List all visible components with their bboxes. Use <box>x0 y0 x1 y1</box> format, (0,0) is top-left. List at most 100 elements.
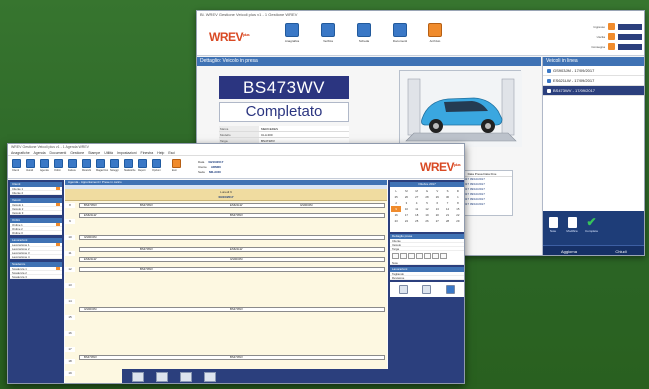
toolbar-button-agenda[interactable]: Agenda <box>40 159 50 172</box>
mini-calendar[interactable]: Ottobre 2017 L M M G V S D 25 26 27 28 29 30 1 2 3 4 5 6 7 8… <box>390 182 464 232</box>
order-icon <box>54 159 63 168</box>
toolbar-button-ricambi[interactable]: Ricambi <box>82 159 92 172</box>
toolbar-button-noleggi[interactable]: Noleggi <box>110 159 120 172</box>
list-item[interactable]: Scadenza 3 <box>10 275 62 279</box>
calendar-day[interactable]: 29 <box>453 218 463 224</box>
edit-appointment-button[interactable] <box>156 372 168 382</box>
toolbar-button-esci[interactable]: Esci <box>172 159 182 172</box>
checkbox[interactable] <box>440 253 447 259</box>
sidebar-item-vehicle[interactable]: ES621LW - 17/09/2017 <box>543 76 644 86</box>
folder-icon <box>393 23 407 37</box>
orange-flag-icon[interactable] <box>608 23 615 30</box>
checkbox[interactable] <box>416 253 423 259</box>
delete-appointment-button[interactable] <box>180 372 192 382</box>
hour-label: 14 <box>65 299 75 304</box>
day-header: Lunedì 9 09/10/2017 <box>65 189 387 201</box>
folder-icon <box>56 223 60 226</box>
check-icon <box>321 23 335 37</box>
car-icon <box>547 88 551 93</box>
list-item[interactable]: Veicolo 3 <box>10 211 62 215</box>
calendar-day[interactable]: 25 <box>412 218 422 224</box>
calendar-day[interactable]: 27 <box>432 218 442 224</box>
detail-field[interactable]: Note <box>390 261 464 265</box>
settings-icon <box>152 159 161 168</box>
folder-icon <box>56 267 60 270</box>
appointment-row[interactable]: BS473WV BS473WV <box>65 355 387 360</box>
main-toolbar: Clienti Veicoli Agenda Ordini Fatture Ri… <box>8 156 464 179</box>
status-field[interactable] <box>618 23 642 30</box>
detail-field[interactable]: Revisione <box>390 276 464 280</box>
booking-detail-panel: Dettaglio presa Cliente Veicolo Targa No… <box>390 234 464 265</box>
checkbox[interactable] <box>424 253 431 259</box>
customers-icon <box>12 159 21 168</box>
wrev-logo: WREVplus <box>420 160 461 174</box>
save-icon[interactable] <box>399 285 409 294</box>
ribbon-button-documenti[interactable]: Documenti <box>390 23 410 51</box>
edit-button[interactable]: Modifica <box>566 217 578 233</box>
toolbar-button-ordini[interactable]: Ordini <box>54 159 64 172</box>
ribbon-button-scheda[interactable]: Scheda <box>354 23 374 51</box>
hour-label: 13 <box>65 283 75 288</box>
checkbox[interactable] <box>392 253 399 259</box>
refresh-button[interactable]: Aggiorna <box>543 245 595 255</box>
status-controls: Ingresso Uscita Consegna <box>552 22 642 52</box>
toolbar-button-opzioni[interactable]: Opzioni <box>152 159 162 172</box>
checkmark-icon: ✔ <box>586 215 597 229</box>
checkbox[interactable] <box>408 253 415 259</box>
appointment-row[interactable]: BS473WV BS473WV ES621LW GS903JM <box>65 203 387 208</box>
confirm-icon[interactable] <box>445 285 455 294</box>
appointment-row[interactable]: BS473WV ES621LW <box>65 247 387 252</box>
list-item[interactable]: Ordine 3 <box>10 231 62 235</box>
orange-flag-icon[interactable] <box>608 33 615 40</box>
appointment-row[interactable]: BS473WV <box>65 267 387 272</box>
window-title: Bl. WREV Gestione Veicoli plus v1 - 1 Ge… <box>197 11 644 18</box>
document-icon <box>357 23 371 37</box>
ribbon-button-verifica[interactable]: Verifica <box>318 23 338 51</box>
sidebar-item-vehicle-selected[interactable]: BS473WV - 17/09/2017 <box>543 86 644 96</box>
calendar-day[interactable]: 24 <box>401 218 411 224</box>
appointment-row[interactable]: GS903JM BS473WV <box>65 307 387 312</box>
ribbon-toolbar: WREVplus Anagrafica Verifica Scheda Docu… <box>197 18 644 56</box>
panel-group-ordini: Ordini Ordine 1 Ordine 2 Ordine 3 <box>10 218 62 235</box>
print-icon[interactable] <box>422 285 432 294</box>
toolbar-button-fatture[interactable]: Fatture <box>68 159 78 172</box>
new-appointment-button[interactable] <box>132 372 144 382</box>
print-button[interactable] <box>204 372 216 382</box>
calendar-day[interactable]: 28 <box>442 218 452 224</box>
chart-icon <box>124 159 133 168</box>
complete-button[interactable]: ✔ Completa <box>585 215 598 233</box>
checkbox[interactable] <box>400 253 407 259</box>
invoice-icon <box>68 159 77 168</box>
appointment-row[interactable]: ES621LW BS473WV <box>65 213 387 218</box>
notes-button[interactable]: Note <box>547 217 559 233</box>
toolbar-button-report[interactable]: Report <box>138 159 148 172</box>
panel-group-lavorazioni: Lavorazioni Lavorazione 1 Lavorazione 2 … <box>10 238 62 259</box>
hour-label: 17 <box>65 347 75 352</box>
appointment-row[interactable]: GS903JM <box>65 235 387 240</box>
appointment-row[interactable]: ES621LW GS903JM <box>65 257 387 262</box>
list-item[interactable]: Lavorazione 4 <box>10 255 62 259</box>
ribbon-button-anagrafica[interactable]: Anagrafica <box>282 23 302 51</box>
toolbar-button-statistiche[interactable]: Statistiche <box>124 159 136 172</box>
session-info: Data 09/10/2017 Utente ADMIN Sede MILANO <box>198 160 224 174</box>
orange-flag-icon[interactable] <box>608 43 615 50</box>
agenda-schedule: Agenda - Appuntamenti / Prese in carico … <box>65 180 444 383</box>
work-panel: Lavorazioni Tagliando Revisione <box>390 267 464 280</box>
vehicle-photo <box>399 70 522 147</box>
toolbar-button-clienti[interactable]: Clienti <box>12 159 22 172</box>
close-button[interactable]: Chiudi <box>595 245 644 255</box>
panel-group-scadenze: Scadenze Scadenza 1 Scadenza 2 Scadenza … <box>10 262 62 279</box>
calendar-day[interactable]: 23 <box>391 218 401 224</box>
vehicles-sidebar: Veicoli in linea GS903JM - 17/09/2017 ES… <box>542 57 644 255</box>
checkbox[interactable] <box>432 253 439 259</box>
calendar-day[interactable]: 26 <box>422 218 432 224</box>
calendar-grid: L M M G V S D 25 26 27 28 29 30 1 2 3 4 5 6 7 8 9 10 11 12 13 14 15… <box>390 187 464 225</box>
toolbar-button-veicoli[interactable]: Veicoli <box>26 159 36 172</box>
toolbar-button-magazzino[interactable]: Magazzino <box>96 159 108 172</box>
status-field[interactable] <box>618 43 642 50</box>
sidebar-actions: Note Modifica ✔ Completa Aggiorna Chiudi <box>543 211 644 255</box>
sidebar-item-vehicle[interactable]: GS903JM - 17/09/2017 <box>543 66 644 76</box>
ribbon-button-archivio[interactable]: Archivio <box>425 23 445 51</box>
list-item[interactable]: Cliente 2 <box>10 191 62 195</box>
status-field[interactable] <box>618 33 642 40</box>
